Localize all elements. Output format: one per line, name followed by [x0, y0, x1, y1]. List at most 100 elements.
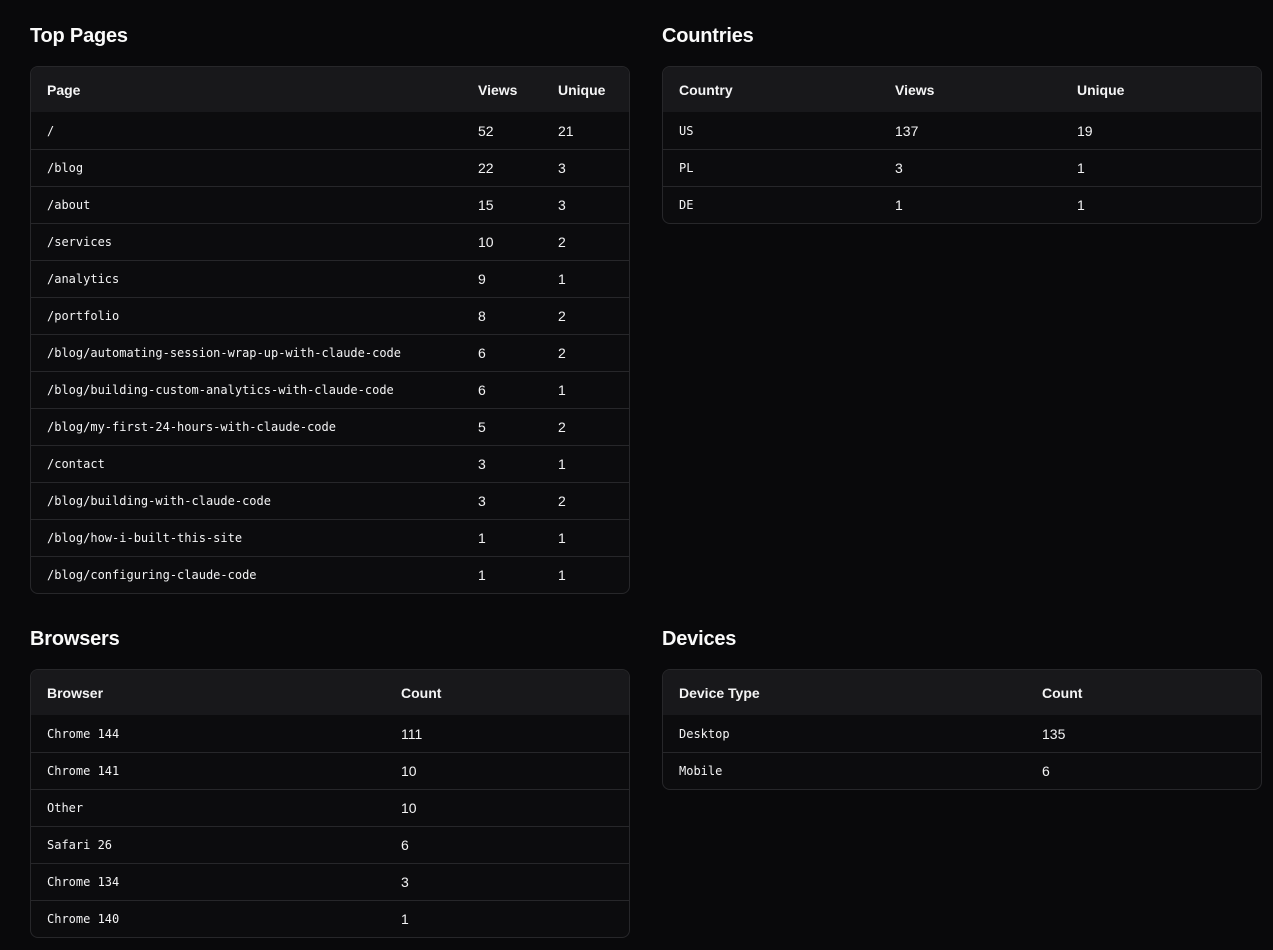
page-path-cell: /blog/configuring-claude-code [47, 568, 257, 582]
table-row: /blog/building-custom-analytics-with-cla… [31, 371, 629, 408]
unique-cell: 2 [558, 234, 566, 250]
unique-cell: 1 [558, 530, 566, 546]
table-header-row: Device Type Count [663, 670, 1261, 715]
device-cell: Mobile [679, 764, 723, 778]
table-row: Safari 26 6 [31, 826, 629, 863]
browsers-section: Browsers Browser Count Chrome 144 111 Chro… [30, 627, 630, 938]
table-row: Chrome 140 1 [31, 900, 629, 937]
unique-cell: 2 [558, 493, 566, 509]
page-path-cell: /contact [47, 457, 105, 471]
views-cell: 1 [478, 567, 486, 583]
views-cell: 3 [478, 456, 486, 472]
count-cell: 135 [1042, 725, 1066, 742]
table-row: /blog/configuring-claude-code 1 1 [31, 556, 629, 593]
views-cell: 3 [895, 160, 903, 176]
column-header-views: Views [895, 81, 935, 98]
page-path-cell: /about [47, 198, 91, 212]
views-cell: 15 [478, 197, 494, 213]
unique-cell: 19 [1077, 122, 1093, 139]
table-row: /blog/how-i-built-this-site 1 1 [31, 519, 629, 556]
column-header-country: Country [679, 81, 733, 98]
column-header-count: Count [1042, 684, 1083, 701]
unique-cell: 1 [1077, 160, 1085, 176]
column-header-browser: Browser [47, 684, 104, 701]
column-header-count: Count [401, 684, 442, 701]
unique-cell: 1 [558, 271, 566, 287]
column-header-device-type: Device Type [679, 684, 760, 701]
views-cell: 10 [478, 234, 494, 250]
countries-body: US 137 19 PL 3 1 DE 1 1 [663, 112, 1261, 223]
column-header-page: Page [47, 81, 81, 98]
count-cell: 1 [401, 911, 409, 927]
views-cell: 6 [478, 382, 486, 398]
views-cell: 8 [478, 308, 486, 324]
unique-cell: 2 [558, 345, 566, 361]
unique-cell: 3 [558, 160, 566, 176]
views-cell: 1 [895, 197, 903, 213]
column-header-unique: Unique [1077, 81, 1125, 98]
page-path-cell: /blog/building-custom-analytics-with-cla… [47, 383, 394, 397]
countries-section: Countries Country Views Unique US 137 19 PL… [662, 24, 1262, 224]
table-row: /blog/automating-session-wrap-up-with-cl… [31, 334, 629, 371]
page-path-cell: /services [47, 235, 113, 249]
browser-cell: Chrome 134 [47, 875, 120, 889]
count-cell: 6 [401, 837, 409, 853]
browser-cell: Chrome 144 [47, 726, 120, 741]
unique-cell: 1 [558, 456, 566, 472]
table-row: /blog/building-with-claude-code 3 2 [31, 482, 629, 519]
page-path-cell: /blog/building-with-claude-code [47, 494, 271, 508]
views-cell: 22 [478, 160, 494, 176]
table-row: /blog/my-first-24-hours-with-claude-code… [31, 408, 629, 445]
country-cell: PL [679, 161, 694, 175]
devices-section: Devices Device Type Count Desktop 135 Mobi… [662, 627, 1262, 790]
views-cell: 6 [478, 345, 486, 361]
page-path-cell: /analytics [47, 272, 120, 286]
table-row: Chrome 141 10 [31, 752, 629, 789]
unique-cell: 2 [558, 419, 566, 435]
page-path-cell: /blog/how-i-built-this-site [47, 531, 243, 545]
unique-cell: 1 [558, 567, 566, 583]
table-row: Other 10 [31, 789, 629, 826]
browser-cell: Safari 26 [47, 838, 113, 852]
top-pages-table: Page Views Unique /52 21/blog 22 3/about 15 3… [30, 66, 630, 594]
unique-cell: 1 [558, 382, 566, 398]
table-row: /portfolio 8 2 [31, 297, 629, 334]
views-cell: 52 [478, 122, 494, 139]
table-header-row: Country Views Unique [663, 67, 1261, 112]
table-row: /analytics 9 1 [31, 260, 629, 297]
top-pages-title: Top Pages [30, 25, 128, 47]
count-cell: 3 [401, 874, 409, 890]
unique-cell: 2 [558, 308, 566, 324]
browser-cell: Other [47, 801, 84, 815]
table-row: / 52 21 [31, 112, 629, 149]
views-cell: 1 [478, 530, 486, 546]
browsers-table: Browser Count Chrome 144 111 Chrome 141 10 O… [30, 669, 630, 938]
top-pages-body: /52 21/blog 22 3/about 15 3/services 10 2/analy… [31, 112, 629, 593]
views-cell: 137 [895, 122, 919, 139]
views-cell: 9 [478, 271, 486, 287]
countries-title: Countries [662, 25, 754, 47]
page-path-cell: / [47, 123, 55, 138]
count-cell: 10 [401, 763, 417, 779]
count-cell: 111 [401, 725, 423, 742]
browser-cell: Chrome 141 [47, 764, 120, 778]
count-cell: 6 [1042, 763, 1050, 779]
views-cell: 5 [478, 419, 486, 435]
top-pages-section: Top Pages Page Views Unique /52 21/blog 22… [30, 24, 630, 594]
table-row: /services 10 2 [31, 223, 629, 260]
count-cell: 10 [401, 800, 417, 816]
country-cell: DE [679, 198, 694, 212]
table-row: Desktop 135 [663, 715, 1261, 752]
country-cell: US [679, 123, 694, 138]
views-cell: 3 [478, 493, 486, 509]
page-path-cell: /blog [47, 161, 84, 175]
devices-table: Device Type Count Desktop 135 Mobile 6 [662, 669, 1262, 790]
unique-cell: 21 [558, 122, 574, 139]
table-row: /contact 3 1 [31, 445, 629, 482]
unique-cell: 1 [1077, 197, 1085, 213]
unique-cell: 3 [558, 197, 566, 213]
page-path-cell: /blog/automating-session-wrap-up-with-cl… [47, 346, 402, 360]
browsers-body: Chrome 144 111 Chrome 141 10 Other 10 Safari 2… [31, 715, 629, 937]
page-path-cell: /portfolio [47, 309, 120, 323]
page-path-cell: /blog/my-first-24-hours-with-claude-code [47, 420, 336, 434]
